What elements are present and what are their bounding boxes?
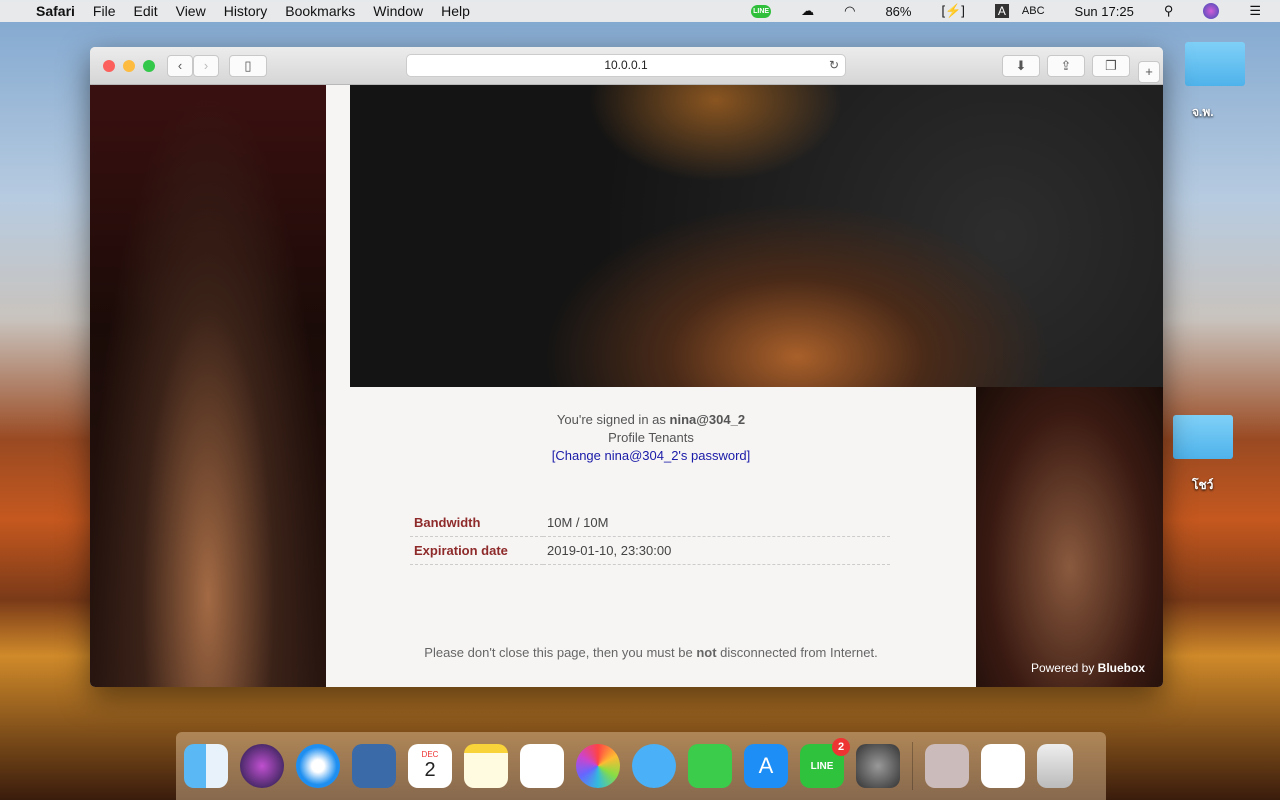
menu-bar: Safari File Edit View History Bookmarks …	[0, 0, 1280, 22]
row-value: 10M / 10M	[543, 509, 890, 537]
close-button[interactable]	[103, 60, 115, 72]
account-info-table: Bandwidth 10M / 10M Expiration date 2019-0…	[410, 509, 890, 565]
desktop-folder-label[interactable]: โชว์	[1192, 476, 1213, 495]
zoom-button[interactable]	[143, 60, 155, 72]
signed-in-text: You're signed in as nina@304_2	[556, 412, 746, 427]
notes-icon[interactable]	[464, 744, 508, 788]
web-content: Powered by Bluebox You're signed in as n…	[90, 85, 1163, 687]
table-row: Expiration date 2019-01-10, 23:30:00	[410, 536, 890, 565]
menu-help[interactable]: Help	[441, 3, 470, 19]
menu-edit[interactable]: Edit	[133, 3, 157, 19]
safari-window: ‹ › ▯ 10.0.0.1 ↻ ⬇ ⇪ ❐ + Powered by Blueb…	[90, 47, 1163, 687]
mail-stamp-icon[interactable]	[352, 744, 396, 788]
share-icon[interactable]: ⇪	[1047, 55, 1085, 77]
hero-rock-image	[350, 85, 1163, 387]
page-panel-strip	[326, 85, 350, 387]
siri-dock-icon[interactable]	[240, 744, 284, 788]
trash-icon[interactable]	[1037, 744, 1073, 788]
reminders-icon[interactable]	[520, 744, 564, 788]
clock[interactable]: Sun 17:25	[1075, 4, 1134, 19]
spotlight-search-icon[interactable]: ⚲	[1164, 3, 1174, 19]
menu-history[interactable]: History	[224, 3, 268, 19]
facetime-icon[interactable]	[688, 744, 732, 788]
input-source-label[interactable]: ABC	[1022, 5, 1045, 17]
battery-icon[interactable]: [⚡]	[941, 3, 964, 19]
forward-button[interactable]: ›	[193, 55, 219, 77]
downloads-icon[interactable]: ⬇	[1002, 55, 1040, 77]
browser-toolbar: ‹ › ▯ 10.0.0.1 ↻ ⬇ ⇪ ❐ +	[90, 47, 1163, 85]
system-preferences-icon[interactable]	[856, 744, 900, 788]
wifi-icon[interactable]: ◠	[844, 3, 855, 19]
app-store-icon[interactable]: A	[744, 744, 788, 788]
finder-icon[interactable]	[184, 744, 228, 788]
table-row: Bandwidth 10M / 10M	[410, 509, 890, 537]
sidebar-toggle-icon[interactable]: ▯	[229, 55, 267, 77]
line-app-icon[interactable]: LINE 2	[800, 738, 850, 788]
new-tab-icon[interactable]: +	[1138, 61, 1160, 83]
menu-window[interactable]: Window	[373, 3, 423, 19]
menu-view[interactable]: View	[176, 3, 206, 19]
menu-file[interactable]: File	[93, 3, 116, 19]
back-button[interactable]: ‹	[167, 55, 193, 77]
background-blurred-image	[90, 85, 326, 687]
photos-icon[interactable]	[576, 744, 620, 788]
profile-label: Profile Tenants	[608, 430, 694, 445]
siri-icon[interactable]	[1203, 3, 1220, 19]
tabs-overview-icon[interactable]: ❐	[1092, 55, 1130, 77]
safari-dock-icon[interactable]	[296, 744, 340, 788]
messages-icon[interactable]	[632, 744, 676, 788]
url-text[interactable]: 10.0.0.1	[604, 58, 647, 72]
menu-app-safari[interactable]: Safari	[36, 3, 75, 19]
username: nina@304_2	[669, 412, 746, 427]
row-label: Expiration date	[410, 536, 543, 565]
notification-center-icon[interactable]: ☰	[1249, 3, 1261, 19]
photo-stack-icon[interactable]	[925, 744, 969, 788]
input-source-icon[interactable]: A	[994, 4, 1009, 18]
menu-bookmarks[interactable]: Bookmarks	[285, 3, 355, 19]
row-label: Bandwidth	[410, 509, 543, 537]
reload-icon[interactable]: ↻	[829, 55, 839, 76]
desktop-folder-icon[interactable]	[1173, 415, 1233, 459]
desktop-folder-icon[interactable]	[1185, 42, 1245, 86]
creative-cloud-icon[interactable]: ☁	[801, 3, 814, 19]
calendar-icon[interactable]: DEC 2	[408, 744, 452, 788]
change-password-link[interactable]: [Change nina@304_2's password]	[552, 448, 751, 463]
notification-badge: 2	[832, 738, 850, 756]
background-blurred-image-right: Powered by Bluebox	[976, 387, 1163, 687]
dock-separator	[912, 742, 913, 790]
minimize-button[interactable]	[123, 60, 135, 72]
row-value: 2019-01-10, 23:30:00	[543, 536, 890, 565]
login-status-panel: You're signed in as nina@304_2 Profile T…	[326, 387, 976, 687]
battery-percent[interactable]: 86%	[885, 4, 911, 19]
powered-by: Powered by Bluebox	[1030, 661, 1145, 675]
desktop-folder-label[interactable]: จ.พ.	[1192, 103, 1214, 122]
keep-open-notice: Please don't close this page, then you m…	[424, 645, 878, 660]
address-bar[interactable]: 10.0.0.1 ↻	[406, 54, 846, 77]
brand-name: Bluebox	[1097, 661, 1145, 675]
dock: DEC 2 A LINE 2	[176, 732, 1106, 800]
line-status-icon[interactable]: LINE	[751, 4, 772, 18]
document-stack-icon[interactable]	[981, 744, 1025, 788]
